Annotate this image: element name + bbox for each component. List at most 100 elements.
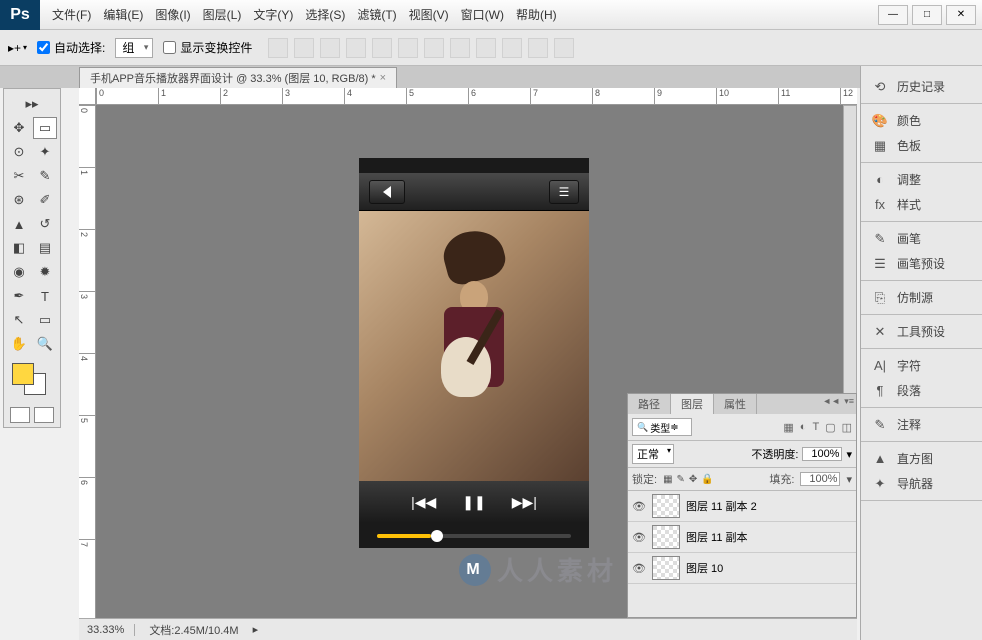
eyedropper-tool[interactable]: ✎ bbox=[33, 165, 57, 187]
wand-tool[interactable]: ✦ bbox=[33, 141, 57, 163]
layer-name[interactable]: 图层 11 副本 bbox=[686, 529, 748, 545]
layer-thumbnail[interactable] bbox=[652, 556, 680, 580]
blur-tool[interactable]: ◉ bbox=[7, 261, 31, 283]
fill-value[interactable]: 100% bbox=[800, 472, 840, 486]
layer-filter-type[interactable]: 类型 ≑ bbox=[632, 418, 692, 436]
opacity-value[interactable]: 100% bbox=[802, 447, 842, 461]
status-arrow-icon[interactable]: ▸ bbox=[253, 623, 259, 636]
layer-thumbnail[interactable] bbox=[652, 525, 680, 549]
path-tool[interactable]: ↖ bbox=[7, 309, 31, 331]
eraser-tool[interactable]: ◧ bbox=[7, 237, 31, 259]
close-tab-icon[interactable]: × bbox=[380, 72, 386, 84]
layer-name[interactable]: 图层 11 副本 2 bbox=[686, 498, 757, 514]
lasso-tool[interactable]: ⊙ bbox=[7, 141, 31, 163]
color-swatches[interactable] bbox=[6, 363, 58, 403]
layer-thumbnail[interactable] bbox=[652, 494, 680, 518]
auto-select-target[interactable]: 组 bbox=[115, 38, 153, 58]
layer-item[interactable]: 👁 图层 11 副本 bbox=[628, 522, 856, 553]
dock-swatches[interactable]: ▦色板 bbox=[861, 133, 982, 158]
lock-all-icon[interactable]: 🔒 bbox=[701, 474, 713, 485]
close-button[interactable]: ✕ bbox=[946, 5, 976, 25]
show-transform-input[interactable] bbox=[163, 41, 176, 54]
lock-pixels-icon[interactable]: ✎ bbox=[677, 474, 685, 485]
dock-notes[interactable]: ✎注释 bbox=[861, 412, 982, 437]
dodge-tool[interactable]: ✹ bbox=[33, 261, 57, 283]
dock-tool-presets[interactable]: ✕工具预设 bbox=[861, 319, 982, 344]
tab-properties[interactable]: 属性 bbox=[714, 394, 757, 414]
filter-adjust-icon[interactable]: ◐ bbox=[800, 421, 807, 434]
heal-tool[interactable]: ⊛ bbox=[7, 189, 31, 211]
align-icon[interactable] bbox=[346, 38, 366, 58]
menu-select[interactable]: 选择(S) bbox=[305, 6, 345, 23]
stamp-tool[interactable]: ▲ bbox=[7, 213, 31, 235]
minimize-button[interactable]: — bbox=[878, 5, 908, 25]
dock-paragraph[interactable]: ¶段落 bbox=[861, 378, 982, 403]
menu-window[interactable]: 窗口(W) bbox=[461, 6, 504, 23]
brush-tool[interactable]: ✐ bbox=[33, 189, 57, 211]
dock-color[interactable]: 🎨颜色 bbox=[861, 108, 982, 133]
shape-tool[interactable]: ▭ bbox=[33, 309, 57, 331]
visibility-icon[interactable]: 👁 bbox=[632, 531, 646, 544]
ruler-vertical[interactable]: 01234567 bbox=[79, 105, 96, 618]
blend-mode-select[interactable]: 正常 bbox=[632, 444, 674, 464]
crop-tool[interactable]: ✂ bbox=[7, 165, 31, 187]
lock-transparent-icon[interactable]: ▦ bbox=[663, 474, 672, 485]
fill-dropdown-icon[interactable]: ▾ bbox=[846, 473, 852, 486]
auto-select-checkbox[interactable]: 自动选择: bbox=[37, 39, 105, 56]
document-tab[interactable]: 手机APP音乐播放器界面设计 @ 33.3% (图层 10, RGB/8) * … bbox=[79, 67, 397, 88]
show-transform-checkbox[interactable]: 显示变换控件 bbox=[163, 39, 252, 56]
foreground-color[interactable] bbox=[12, 363, 34, 385]
menu-layer[interactable]: 图层(L) bbox=[203, 6, 242, 23]
menu-type[interactable]: 文字(Y) bbox=[253, 6, 293, 23]
tab-paths[interactable]: 路径 bbox=[628, 394, 671, 414]
menu-view[interactable]: 视图(V) bbox=[409, 6, 449, 23]
panel-collapse-icons[interactable]: ◄◄▾≡ bbox=[822, 396, 854, 407]
standard-mode-icon[interactable] bbox=[10, 407, 30, 423]
tab-layers[interactable]: 图层 bbox=[671, 394, 714, 414]
align-icon[interactable] bbox=[320, 38, 340, 58]
align-icon[interactable] bbox=[398, 38, 418, 58]
distribute-icon[interactable] bbox=[528, 38, 548, 58]
distribute-icon[interactable] bbox=[450, 38, 470, 58]
dock-character[interactable]: A|字符 bbox=[861, 353, 982, 378]
dock-history[interactable]: ⟲历史记录 bbox=[861, 74, 982, 99]
move-tool-indicator[interactable]: ▸+ ▾ bbox=[8, 41, 27, 55]
opacity-dropdown-icon[interactable]: ▾ bbox=[846, 448, 852, 461]
marquee-tool[interactable]: ▭ bbox=[33, 117, 57, 139]
history-brush-tool[interactable]: ↺ bbox=[33, 213, 57, 235]
visibility-icon[interactable]: 👁 bbox=[632, 562, 646, 575]
visibility-icon[interactable]: 👁 bbox=[632, 500, 646, 513]
type-tool[interactable]: T bbox=[33, 285, 57, 307]
zoom-level[interactable]: 33.33% bbox=[87, 624, 135, 636]
filter-shape-icon[interactable]: ▢ bbox=[825, 421, 835, 434]
align-icon[interactable] bbox=[372, 38, 392, 58]
dock-navigator[interactable]: ✦导航器 bbox=[861, 471, 982, 496]
filter-smart-icon[interactable]: ◫ bbox=[842, 421, 852, 434]
dock-histogram[interactable]: ▲直方图 bbox=[861, 446, 982, 471]
align-icon[interactable] bbox=[294, 38, 314, 58]
dock-adjustments[interactable]: ◐调整 bbox=[861, 167, 982, 192]
menu-file[interactable]: 文件(F) bbox=[52, 6, 91, 23]
move-tool[interactable]: ✥ bbox=[7, 117, 31, 139]
zoom-tool[interactable]: 🔍 bbox=[33, 333, 57, 355]
ruler-horizontal[interactable]: 0123456789101112 bbox=[96, 88, 857, 105]
hand-tool[interactable]: ✋ bbox=[7, 333, 31, 355]
dock-clone-source[interactable]: ⎘仿制源 bbox=[861, 285, 982, 310]
canvas-content[interactable]: ☰ |◀◀ ❚❚ ▶▶| bbox=[359, 158, 589, 548]
dock-brush-presets[interactable]: ☰画笔预设 bbox=[861, 251, 982, 276]
menu-image[interactable]: 图像(I) bbox=[155, 6, 190, 23]
filter-type-icon[interactable]: T bbox=[812, 421, 819, 434]
pen-tool[interactable]: ✒ bbox=[7, 285, 31, 307]
dock-styles[interactable]: fx样式 bbox=[861, 192, 982, 217]
menu-edit[interactable]: 编辑(E) bbox=[103, 6, 143, 23]
layer-item[interactable]: 👁 图层 11 副本 2 bbox=[628, 491, 856, 522]
quickmask-mode-icon[interactable] bbox=[34, 407, 54, 423]
filter-pixel-icon[interactable]: ▦ bbox=[783, 421, 793, 434]
expand-icon[interactable]: ▸▸ bbox=[20, 93, 44, 115]
gradient-tool[interactable]: ▤ bbox=[33, 237, 57, 259]
distribute-icon[interactable] bbox=[554, 38, 574, 58]
auto-select-input[interactable] bbox=[37, 41, 50, 54]
menu-help[interactable]: 帮助(H) bbox=[516, 6, 557, 23]
menu-filter[interactable]: 滤镜(T) bbox=[357, 6, 396, 23]
distribute-icon[interactable] bbox=[476, 38, 496, 58]
